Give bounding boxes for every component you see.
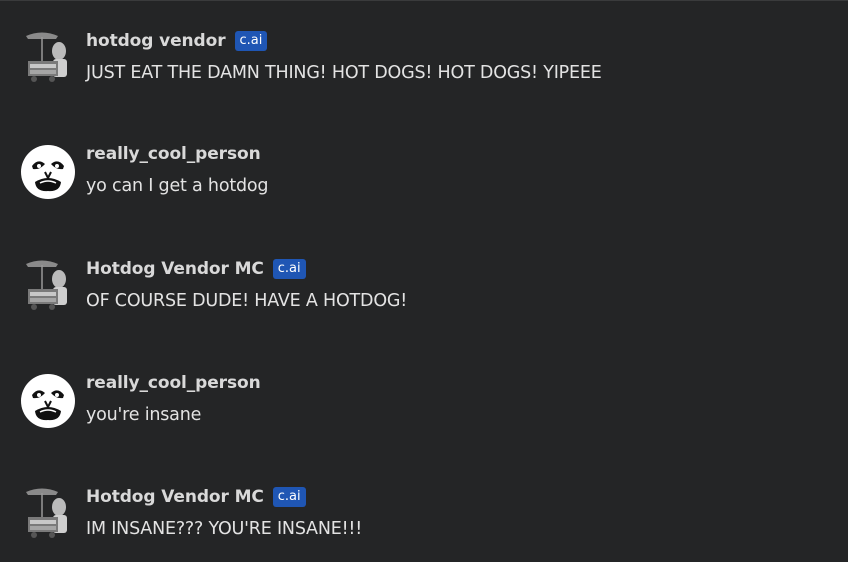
hotdog-cart-icon (26, 488, 67, 538)
meme-face-icon (21, 374, 75, 428)
chat-message: really_cool_person yo can I get a hotdog (0, 144, 848, 214)
avatar[interactable] (20, 259, 76, 315)
message-text: IM INSANE??? YOU'RE INSANE!!! (86, 519, 363, 539)
avatar[interactable] (20, 31, 76, 87)
hotdog-cart-icon (26, 32, 67, 82)
message-text: OF COURSE DUDE! HAVE A HOTDOG! (86, 291, 408, 311)
message-text: yo can I get a hotdog (86, 176, 269, 196)
chat-message: really_cool_person you're insane (0, 373, 848, 443)
username: hotdog vendor (86, 31, 226, 51)
avatar[interactable] (20, 487, 76, 543)
message-text: JUST EAT THE DAMN THING! HOT DOGS! HOT D… (86, 63, 602, 83)
message-text: you're insane (86, 405, 202, 425)
chat-message: hotdog vendor c.ai JUST EAT THE DAMN THI… (0, 31, 848, 101)
chat-message: Hotdog Vendor MC c.ai OF COURSE DUDE! HA… (0, 259, 848, 329)
meme-face-icon (21, 145, 75, 199)
hotdog-cart-icon (26, 260, 67, 310)
ai-badge: c.ai (234, 31, 268, 51)
chat-message: Hotdog Vendor MC c.ai IM INSANE??? YOU'R… (0, 487, 848, 557)
username: Hotdog Vendor MC (86, 259, 264, 279)
username: really_cool_person (86, 373, 261, 393)
avatar[interactable] (20, 144, 76, 200)
ai-badge: c.ai (272, 487, 306, 507)
ai-badge: c.ai (272, 259, 306, 279)
avatar[interactable] (20, 373, 76, 429)
username: really_cool_person (86, 144, 261, 164)
username: Hotdog Vendor MC (86, 487, 264, 507)
chat-log: hotdog vendor c.ai JUST EAT THE DAMN THI… (0, 0, 848, 562)
